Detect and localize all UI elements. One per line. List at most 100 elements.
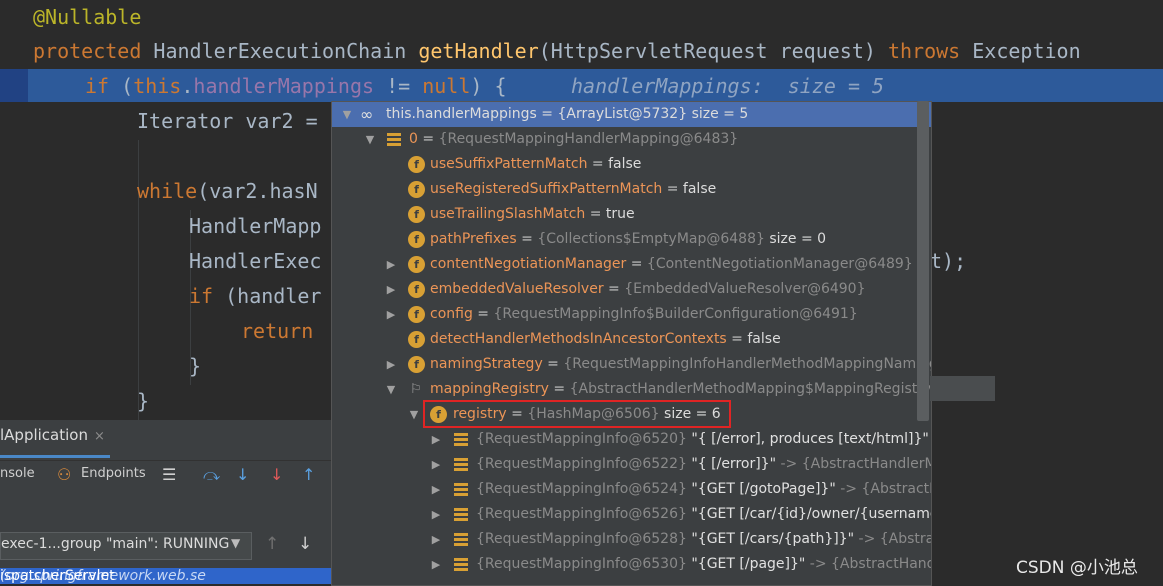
endpoints-icon[interactable]: ⚇ [57,465,71,484]
chevron-right-icon[interactable]: ▶ [429,477,443,502]
entry-value: "{GET [/page]}" [691,556,806,572]
tab-label: lApplication [0,426,88,444]
code-line-if: if (this.handlerMappings != null) { [85,74,507,98]
stack-frame-row[interactable]: ispatcherServlet (org.springframework.we… [0,568,335,584]
tab-application[interactable]: lApplication × [0,426,105,444]
field-icon: f [408,331,425,348]
menu-icon[interactable]: ☰ [162,465,176,484]
step-into-icon[interactable]: ↓ [236,465,249,484]
field-icon: f [408,206,425,223]
field-type: {RequestMappingInfoHandlerMethodMappingN… [563,356,932,372]
code-line-brace2: } [137,389,150,413]
arrow-down-icon[interactable]: ↓ [298,534,312,554]
chevron-down-icon: ▼ [231,536,241,550]
tree-row-root[interactable]: ▼ ∞ this.handlerMappings = {ArrayList@57… [332,102,931,127]
chevron-down-icon[interactable]: ▼ [384,377,398,402]
list-icon [387,133,401,147]
chevron-right-icon[interactable]: ▶ [384,352,398,377]
highlight-box [423,400,731,428]
chevron-right-icon[interactable]: ▶ [429,552,443,577]
chevron-right-icon[interactable]: ▶ [384,277,398,302]
code-line-exec-tail: t); [930,249,967,273]
frame-method: ispatcherServlet [0,568,115,584]
field-name: useTrailingSlashMatch [430,206,586,222]
chevron-right-icon[interactable]: ▶ [384,302,398,327]
field-name: useRegisteredSuffixPatternMatch [430,181,663,197]
field-value: false [608,156,642,172]
chevron-right-icon[interactable]: ▶ [429,427,443,452]
entry-icon [454,433,468,447]
chevron-right-icon[interactable]: ▶ [384,252,398,277]
root-size: size = 5 [691,106,749,122]
field-name: embeddedValueResolver [430,281,604,297]
arrow-up-icon[interactable]: ↑ [265,534,279,554]
item-type: {RequestMappingHandlerMapping@6483} [438,131,739,147]
field-icon: f [408,256,425,273]
popup-scrollbar[interactable] [917,101,929,421]
code-line-if2: if (handler [189,284,322,308]
field-type: {AbstractHandlerMethodMapping$MappingReg… [569,381,931,397]
chevron-right-icon[interactable]: ▶ [429,452,443,477]
field-name: config [430,306,473,322]
field-value: true [605,206,635,222]
code-line-signature: protected HandlerExecutionChain getHandl… [33,39,1081,63]
thread-selector[interactable]: exec-1...group "main": RUNNING ▼ [0,532,252,560]
field-icon: f [408,281,425,298]
entry-tail: -> {AbstractHandlerMeth [780,456,931,472]
chevron-right-icon[interactable]: ▶ [429,502,443,527]
code-line-annotation: @Nullable [33,5,142,29]
tooltip-overflow [930,376,995,401]
force-step-into-icon[interactable]: ↓ [270,465,283,484]
close-icon[interactable]: × [94,429,105,444]
entry-icon [454,458,468,472]
entry-value: "{GET [/gotoPage]}" [691,481,836,497]
flag-icon: ⚐ [410,382,422,397]
chevron-down-icon[interactable]: ▼ [363,127,377,152]
field-value: false [682,181,717,197]
inline-debug-hint: handlerMappings: size = 5 [571,74,885,98]
root-name: this.handlerMappings [386,106,537,122]
entry-tail: -> [929,431,931,447]
code-line-mapping: HandlerMapp [189,214,322,238]
field-icon: f [408,231,425,248]
variable-inspection-popup[interactable]: ▼ ∞ this.handlerMappings = {ArrayList@57… [331,101,932,586]
item-name: 0 [409,131,418,147]
entry-value: "{GET [/cars/{path}]}" [691,531,855,547]
code-line-while: while(var2.hasN [137,179,318,203]
entry-key: {RequestMappingInfo@6530} [476,556,687,572]
field-type: {ContentNegotiationManager@6489} [646,256,913,272]
tab-endpoints[interactable]: Endpoints [81,466,146,481]
execution-gutter [0,69,28,102]
field-icon: f [408,156,425,173]
code-line-brace1: } [189,354,202,378]
debug-tool-window: lApplication × nsole ⚇ Endpoints ☰ ⤼ ↓ ↓ … [0,420,335,584]
code-line-return: return [241,319,314,343]
tab-console[interactable]: nsole [0,466,35,481]
entry-tail: -> {AbstractHandler [809,556,931,572]
chevron-down-icon[interactable]: ▼ [407,402,421,427]
step-over-icon[interactable]: ⤼ [203,465,220,485]
code-line-exec: HandlerExec [189,249,322,273]
entry-key: {RequestMappingInfo@6528} [476,531,687,547]
entry-tail: -> {AbstractHa [858,531,932,547]
field-type: {EmbeddedValueResolver@6490} [624,281,866,297]
watermark: CSDN @小池总 [1016,558,1138,578]
field-extra: size = 0 [769,231,827,247]
step-out-icon[interactable]: ↑ [302,465,315,484]
debug-toolbar: nsole ⚇ Endpoints ☰ ⤼ ↓ ↓ ↑ [0,462,335,490]
entry-value: "{ [/error], produces [text/html]}" [691,431,929,447]
field-name: contentNegotiationManager [430,256,627,272]
field-name: pathPrefixes [430,231,517,247]
run-tab-bar: lApplication × [0,420,335,461]
entry-icon [454,508,468,522]
entry-key: {RequestMappingInfo@6526} [476,506,687,522]
field-type: {RequestMappingInfo$BuilderConfiguration… [493,306,858,322]
entry-icon [454,533,468,547]
chevron-down-icon[interactable]: ▼ [340,102,354,127]
chevron-right-icon[interactable]: ▶ [429,527,443,552]
entry-icon [454,558,468,572]
field-name: detectHandlerMethodsInAncestorContexts [430,331,727,347]
entry-icon [454,483,468,497]
entry-tail: -> {AbstractHan [840,481,931,497]
entry-value: "{ [/error]}" [691,456,777,472]
